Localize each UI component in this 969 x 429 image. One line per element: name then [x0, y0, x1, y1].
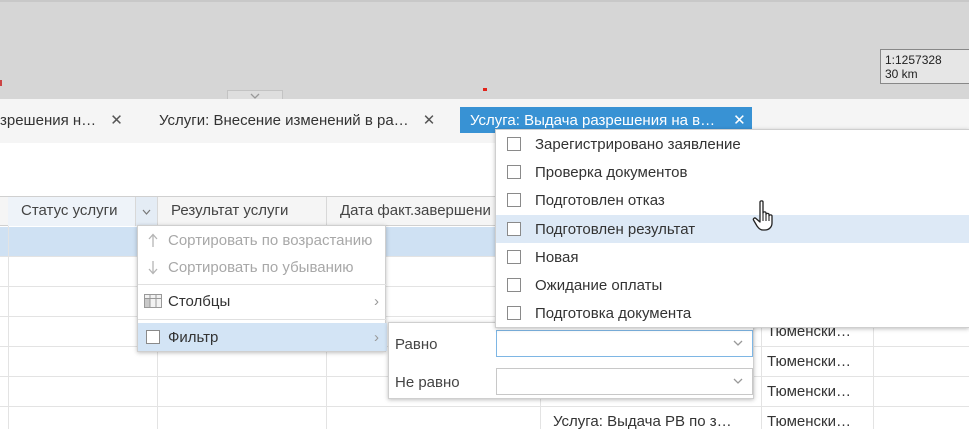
status-option[interactable]: Подготовка документа: [496, 299, 969, 327]
option-checkbox[interactable]: [507, 222, 521, 236]
option-checkbox[interactable]: [507, 193, 521, 207]
menu-label: Сортировать по убыванию: [168, 258, 354, 276]
menu-label: Сортировать по возрастанию: [168, 231, 373, 249]
option-label: Зарегистрировано заявление: [535, 135, 741, 153]
sort-ascending-item[interactable]: Сортировать по возрастанию: [138, 226, 387, 254]
equals-combo[interactable]: [496, 330, 753, 357]
filter-checkbox[interactable]: [138, 330, 168, 344]
scale-distance: 30 km: [885, 67, 918, 81]
not-equals-combo[interactable]: [496, 368, 753, 395]
column-title: Результат услуги: [171, 202, 289, 219]
status-option[interactable]: Зарегистрировано заявление: [496, 130, 969, 158]
column-menu: Сортировать по возрастанию Сортировать п…: [137, 225, 387, 352]
columns-icon: [138, 294, 168, 308]
cell-region: Тюменски…: [767, 383, 851, 400]
sort-up-icon: [138, 233, 168, 248]
close-icon[interactable]: ✕: [110, 111, 123, 129]
status-option[interactable]: Проверка документов: [496, 158, 969, 186]
menu-separator: [138, 284, 387, 285]
not-equals-label: Не равно: [395, 374, 460, 391]
option-label: Подготовка документа: [535, 304, 692, 322]
cell-region: Тюменски…: [767, 353, 851, 370]
option-label: Подготовлен результат: [535, 220, 696, 238]
map-marker: [483, 88, 487, 91]
column-header-date[interactable]: Дата факт.завершени: [327, 197, 497, 226]
hand-cursor-icon: [752, 200, 773, 231]
chevron-down-icon[interactable]: [732, 337, 744, 349]
status-option[interactable]: Подготовлен отказ: [496, 186, 969, 214]
map-scale: 1:1257328 30 km: [880, 49, 969, 84]
sort-descending-item[interactable]: Сортировать по убыванию: [138, 253, 387, 281]
filter-item[interactable]: Фильтр ›: [138, 323, 387, 351]
chevron-down-icon[interactable]: [732, 375, 744, 387]
close-icon[interactable]: ✕: [733, 111, 746, 129]
option-label: Проверка документов: [535, 163, 688, 181]
tab-label: зрешения н…: [0, 111, 97, 129]
filter-panel: Равно Не равно: [388, 322, 754, 399]
menu-separator: [138, 319, 387, 320]
status-options-list: Зарегистрировано заявление Проверка доку…: [495, 129, 969, 328]
option-checkbox[interactable]: [507, 250, 521, 264]
map-marker: [0, 80, 2, 86]
columns-item[interactable]: Столбцы ›: [138, 287, 387, 315]
column-menu-trigger[interactable]: [135, 197, 157, 226]
option-checkbox[interactable]: [507, 137, 521, 151]
tab-label: Услуги: Внесение изменений в ра…: [159, 111, 409, 129]
tab-permit-changes[interactable]: зрешения н… ✕: [0, 107, 123, 133]
tab-services-changes[interactable]: Услуги: Внесение изменений в ра… ✕: [159, 107, 435, 133]
column-header-status[interactable]: Статус услуги: [8, 197, 158, 226]
option-checkbox[interactable]: [507, 165, 521, 179]
chevron-right-icon: ›: [374, 329, 379, 346]
menu-label: Столбцы: [168, 292, 231, 310]
chevron-right-icon: ›: [374, 293, 379, 310]
equals-label: Равно: [395, 336, 438, 353]
status-option[interactable]: Подготовлен результат: [496, 215, 969, 243]
column-divider: [8, 226, 9, 429]
column-title: Дата факт.завершени: [340, 202, 491, 219]
menu-label: Фильтр: [168, 328, 219, 346]
map-view[interactable]: 1:1257328 30 km: [0, 0, 969, 101]
option-label: Ожидание оплаты: [535, 276, 663, 294]
scale-ratio: 1:1257328: [885, 53, 942, 67]
column-header-result[interactable]: Результат услуги: [158, 197, 327, 226]
cell-region: Тюменски…: [767, 413, 851, 429]
column-title: Статус услуги: [21, 202, 118, 219]
sort-down-icon: [138, 260, 168, 275]
option-label: Новая: [535, 248, 579, 266]
status-option[interactable]: Новая: [496, 243, 969, 271]
option-checkbox[interactable]: [507, 278, 521, 292]
status-option[interactable]: Ожидание оплаты: [496, 271, 969, 299]
chevron-down-icon: [142, 209, 151, 215]
option-label: Подготовлен отказ: [535, 191, 665, 209]
tab-label: Услуга: Выдача разрешения на в…: [470, 111, 716, 129]
option-checkbox[interactable]: [507, 306, 521, 320]
close-icon[interactable]: ✕: [423, 111, 436, 129]
cell-service: Услуга: Выдача РВ по з…: [553, 413, 732, 429]
